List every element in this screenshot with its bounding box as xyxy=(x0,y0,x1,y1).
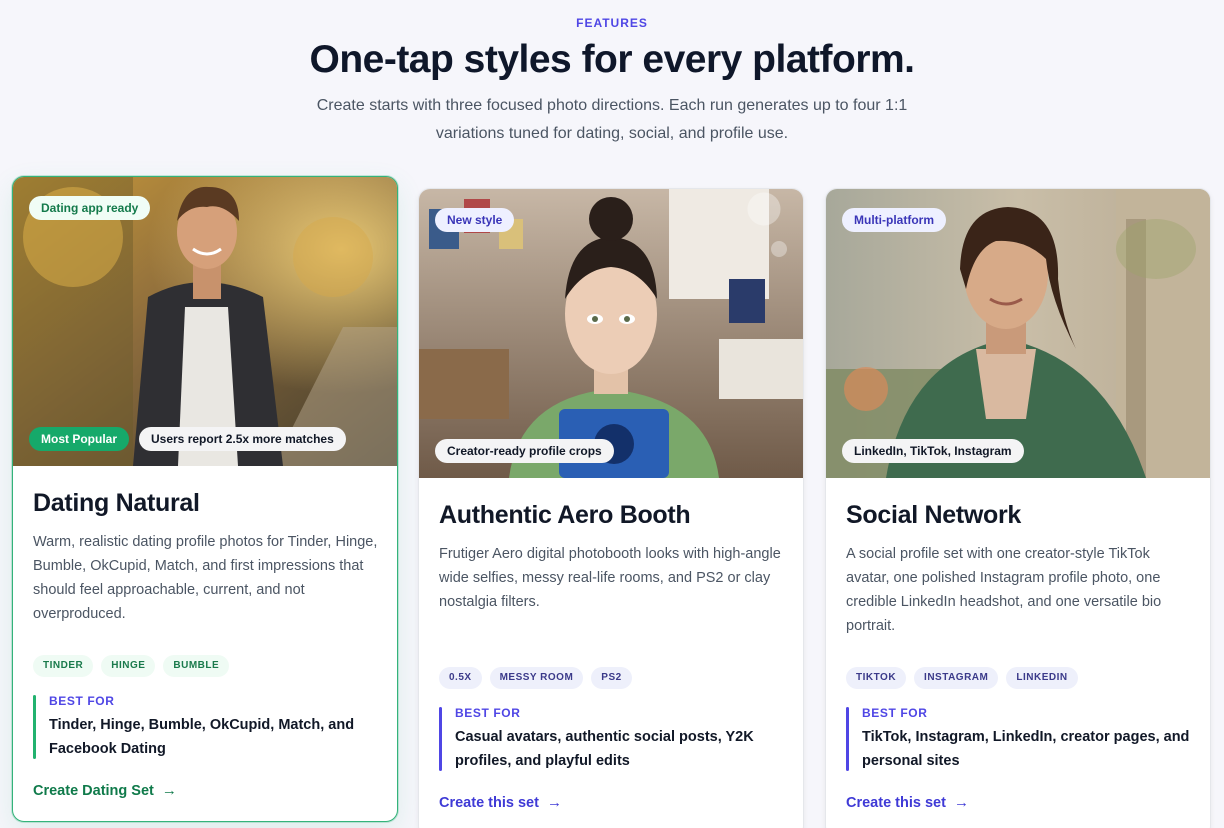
arrow-right-icon: → xyxy=(161,782,177,799)
card-photo: Multi-platform LinkedIn, TikTok, Instagr… xyxy=(826,189,1210,478)
chip-linkedin: LINKEDIN xyxy=(1006,667,1078,689)
man-outdoor-portrait-image xyxy=(13,177,397,466)
chip-tinder: TINDER xyxy=(33,655,94,677)
best-for-label: BEST FOR xyxy=(49,694,115,708)
badge-platform-list: LinkedIn, TikTok, Instagram xyxy=(842,439,1024,463)
accent-bar xyxy=(439,707,442,771)
section-subhead: Create starts with three focused photo d… xyxy=(316,97,908,142)
badge-matches-stat: Users report 2.5x more matches xyxy=(139,427,346,451)
accent-bar xyxy=(33,695,36,759)
style-chips: 0.5X MESSY ROOM PS2 xyxy=(439,667,632,689)
chip-0-5x: 0.5X xyxy=(439,667,482,689)
style-card-authentic-aero-booth[interactable]: New style Creator-ready profile crops Au… xyxy=(418,188,804,828)
woman-street-headshot-image xyxy=(826,189,1210,478)
chip-instagram: INSTAGRAM xyxy=(914,667,999,689)
chip-tiktok: TIKTOK xyxy=(846,667,907,689)
chip-ps2: PS2 xyxy=(591,667,632,689)
card-description: A social profile set with one creator-st… xyxy=(846,546,1162,634)
best-for-text: TikTok, Instagram, LinkedIn, creator pag… xyxy=(862,729,1190,769)
woman-selfie-room-image xyxy=(419,189,803,478)
best-for-label: BEST FOR xyxy=(455,706,521,720)
card-title: Dating Natural xyxy=(33,489,200,517)
best-for-label: BEST FOR xyxy=(862,706,928,720)
cta-label: Create this set xyxy=(846,794,946,811)
create-this-set-link[interactable]: Create this set → xyxy=(846,794,969,811)
platform-chips: TINDER HINGE BUMBLE xyxy=(33,655,230,677)
badge-most-popular: Most Popular xyxy=(29,427,130,451)
card-title: Authentic Aero Booth xyxy=(439,501,691,529)
style-card-dating-natural[interactable]: Dating app ready Most Popular Users repo… xyxy=(12,176,398,822)
card-description: Warm, realistic dating profile photos fo… xyxy=(33,534,378,622)
card-description: Frutiger Aero digital photobooth looks w… xyxy=(439,546,781,610)
card-title: Social Network xyxy=(846,501,1022,529)
arrow-right-icon: → xyxy=(546,794,562,811)
style-card-social-network[interactable]: Multi-platform LinkedIn, TikTok, Instagr… xyxy=(825,188,1211,828)
badge-multi-platform: Multi-platform xyxy=(842,208,946,232)
best-for-block: BEST FOR TikTok, Instagram, LinkedIn, cr… xyxy=(846,705,1192,773)
chip-messy-room: MESSY ROOM xyxy=(489,667,584,689)
badge-dating-app-ready: Dating app ready xyxy=(29,196,151,220)
badge-creator-crops: Creator-ready profile crops xyxy=(435,439,614,463)
arrow-right-icon: → xyxy=(953,794,969,811)
create-dating-set-link[interactable]: Create Dating Set → xyxy=(33,782,177,799)
card-photo: New style Creator-ready profile crops xyxy=(419,189,803,478)
best-for-block: BEST FOR Casual avatars, authentic socia… xyxy=(439,705,785,773)
badge-new-style: New style xyxy=(435,208,515,232)
card-photo: Dating app ready Most Popular Users repo… xyxy=(13,177,397,466)
create-this-set-link[interactable]: Create this set → xyxy=(439,794,562,811)
platform-chips: TIKTOK INSTAGRAM LINKEDIN xyxy=(846,667,1078,689)
section-eyebrow: FEATURES xyxy=(576,16,648,30)
chip-bumble: BUMBLE xyxy=(163,655,230,677)
best-for-text: Casual avatars, authentic social posts, … xyxy=(455,729,754,769)
cta-label: Create this set xyxy=(439,794,539,811)
best-for-text: Tinder, Hinge, Bumble, OkCupid, Match, a… xyxy=(49,717,355,757)
best-for-block: BEST FOR Tinder, Hinge, Bumble, OkCupid,… xyxy=(33,693,379,761)
chip-hinge: HINGE xyxy=(101,655,156,677)
accent-bar xyxy=(846,707,849,771)
section-headline: One-tap styles for every platform. xyxy=(309,38,915,81)
cta-label: Create Dating Set xyxy=(33,782,154,799)
